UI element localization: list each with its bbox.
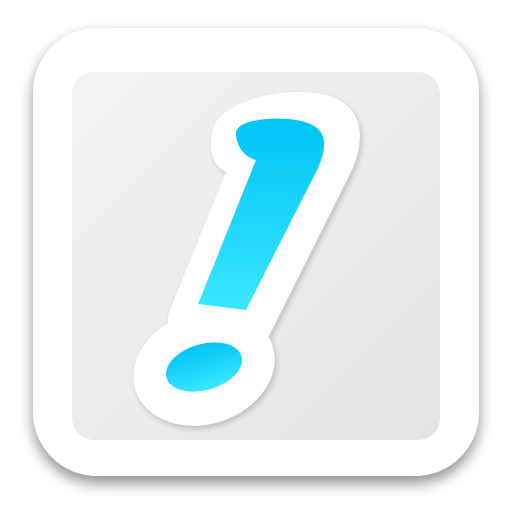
app-icon[interactable]: [0, 0, 512, 512]
